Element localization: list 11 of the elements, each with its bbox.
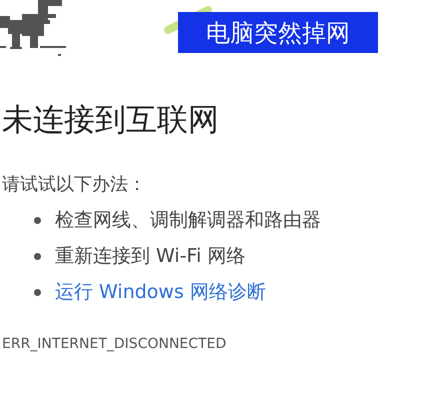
suggestions-intro: 请试试以下办法： (2, 173, 147, 197)
dinosaur-icon (0, 0, 66, 56)
bullet-icon (34, 288, 41, 296)
bullet-icon (34, 252, 41, 260)
suggestion-text: 检查网线、调制解调器和路由器 (55, 208, 321, 233)
bullet-icon (34, 216, 41, 224)
error-code: ERR_INTERNET_DISCONNECTED (2, 336, 228, 352)
suggestion-text: 重新连接到 Wi-Fi 网络 (55, 244, 246, 269)
page-heading: 未连接到互联网 (2, 101, 220, 140)
diagnostics-link[interactable]: 运行 Windows 网络诊断 (55, 279, 266, 305)
video-caption: 电脑突然掉网 (178, 12, 378, 53)
